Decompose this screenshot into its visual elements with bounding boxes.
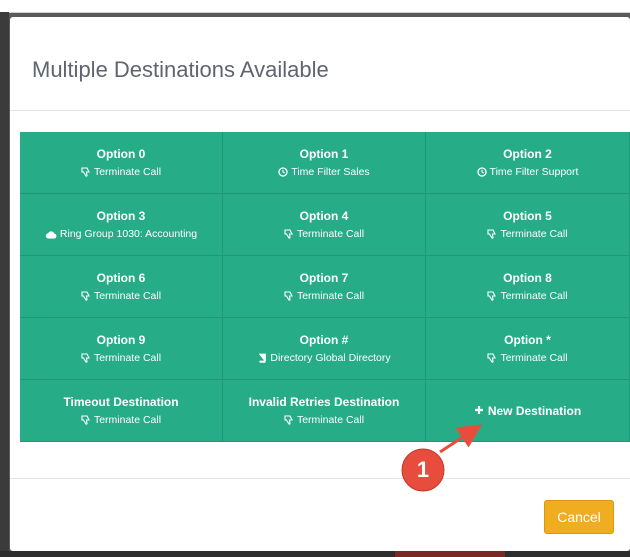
option-destination-label: Terminate Call xyxy=(500,289,568,302)
option-destination-label: Terminate Call xyxy=(296,227,365,240)
cancel-button[interactable]: Cancel xyxy=(544,500,614,534)
option-destination: Time Filter Support xyxy=(476,165,579,180)
option-title: Option 7 xyxy=(299,270,349,285)
thumbs-down-icon xyxy=(81,291,91,301)
option-title: Option 1 xyxy=(299,146,349,161)
thumbs-down-icon xyxy=(81,353,91,363)
destination-option[interactable]: Option * Terminate Call xyxy=(426,318,630,380)
option-destination: Terminate Call xyxy=(284,227,364,242)
plus-icon xyxy=(474,404,484,418)
destination-option[interactable]: Option 8 Terminate Call xyxy=(426,256,630,318)
option-destination: Terminate Call xyxy=(81,165,161,180)
option-destination: Time Filter Sales xyxy=(278,165,370,180)
option-destination-label: Time Filter Support xyxy=(489,165,579,178)
option-title: Option 3 xyxy=(96,208,146,223)
new-destination-label: New Destination xyxy=(487,403,582,418)
destination-option[interactable]: Option 6 Terminate Call xyxy=(20,256,223,318)
option-title: Option 8 xyxy=(503,270,552,285)
option-title: Option * xyxy=(504,332,551,347)
option-destination: Ring Group 1030: Accounting xyxy=(45,227,197,242)
destination-option[interactable]: Option 0 Terminate Call xyxy=(20,132,223,194)
option-title: Option 0 xyxy=(96,146,146,161)
destination-option[interactable]: Option # Directory Global Directory xyxy=(223,318,426,380)
thumbs-down-icon xyxy=(487,353,497,363)
option-destination: Terminate Call xyxy=(81,413,161,428)
destination-option[interactable]: Option 2 Time Filter Support xyxy=(426,132,630,194)
option-destination-label: Terminate Call xyxy=(93,165,162,178)
destination-option[interactable]: Timeout Destination Terminate Call xyxy=(20,380,223,442)
option-destination-label: Terminate Call xyxy=(93,289,162,302)
option-title: Option 2 xyxy=(503,146,552,161)
book-icon xyxy=(257,353,267,363)
option-destination: Terminate Call xyxy=(487,227,568,242)
option-title: Option 5 xyxy=(503,208,552,223)
destination-option[interactable]: Option 7 Terminate Call xyxy=(223,256,426,318)
modal-title: Multiple Destinations Available xyxy=(32,57,329,82)
destination-option[interactable]: Option 5 Terminate Call xyxy=(426,194,630,256)
option-destination: Terminate Call xyxy=(284,289,364,304)
thumbs-down-icon xyxy=(284,229,294,239)
destination-option[interactable]: Option 3 Ring Group 1030: Accounting xyxy=(20,194,223,256)
option-destination-label: Terminate Call xyxy=(296,413,365,426)
option-title: Option 4 xyxy=(299,208,349,223)
backdrop-left-strip xyxy=(0,12,9,557)
thumbs-down-icon xyxy=(284,415,294,425)
callout-number: 1 xyxy=(416,457,430,482)
clock-icon xyxy=(476,167,487,177)
option-title: Option 9 xyxy=(96,332,146,347)
thumbs-down-icon xyxy=(284,291,294,301)
new-destination-button[interactable]: New Destination xyxy=(426,380,630,442)
clock-icon xyxy=(278,167,288,177)
option-destination-label: Directory Global Directory xyxy=(270,351,391,364)
option-destination-label: Time Filter Sales xyxy=(291,165,370,178)
destination-option[interactable]: Option 4 Terminate Call xyxy=(223,194,426,256)
destinations-modal: Multiple Destinations Available Option 0… xyxy=(10,17,630,551)
option-destination-label: Terminate Call xyxy=(296,289,365,302)
option-destination-label: Ring Group 1030: Accounting xyxy=(59,227,198,240)
thumbs-down-icon xyxy=(487,229,497,239)
destination-option[interactable]: Option 9 Terminate Call xyxy=(20,318,223,380)
backdrop-bottom-strip xyxy=(0,551,630,557)
thumbs-down-icon xyxy=(81,167,91,177)
cloud-icon xyxy=(45,230,57,239)
option-destination: Terminate Call xyxy=(487,351,568,366)
destination-option[interactable]: Invalid Retries Destination Terminate Cal… xyxy=(223,380,426,442)
option-destination: Terminate Call xyxy=(81,351,161,366)
option-title: Option 6 xyxy=(96,270,146,285)
option-destination-label: Terminate Call xyxy=(500,227,568,240)
option-title: Invalid Retries Destination xyxy=(248,394,400,409)
option-destination-label: Terminate Call xyxy=(500,351,568,364)
thumbs-down-icon xyxy=(487,291,497,301)
thumbs-down-icon xyxy=(81,415,91,425)
footer-divider xyxy=(10,478,630,479)
option-title: Option # xyxy=(299,332,349,347)
destination-option[interactable]: Option 1 Time Filter Sales xyxy=(223,132,426,194)
option-destination: Terminate Call xyxy=(284,413,364,428)
option-destination: Terminate Call xyxy=(81,289,161,304)
option-destination-label: Terminate Call xyxy=(93,413,162,426)
option-destination-label: Terminate Call xyxy=(93,351,162,364)
option-destination: Terminate Call xyxy=(487,289,568,304)
option-title: Timeout Destination xyxy=(63,394,179,409)
destination-options-grid: Option 0 Terminate Call Option 1 Time Filte… xyxy=(20,132,630,442)
modal-header: Multiple Destinations Available xyxy=(10,17,630,111)
backdrop-top-strip xyxy=(0,0,630,13)
option-destination: Directory Global Directory xyxy=(257,351,391,366)
